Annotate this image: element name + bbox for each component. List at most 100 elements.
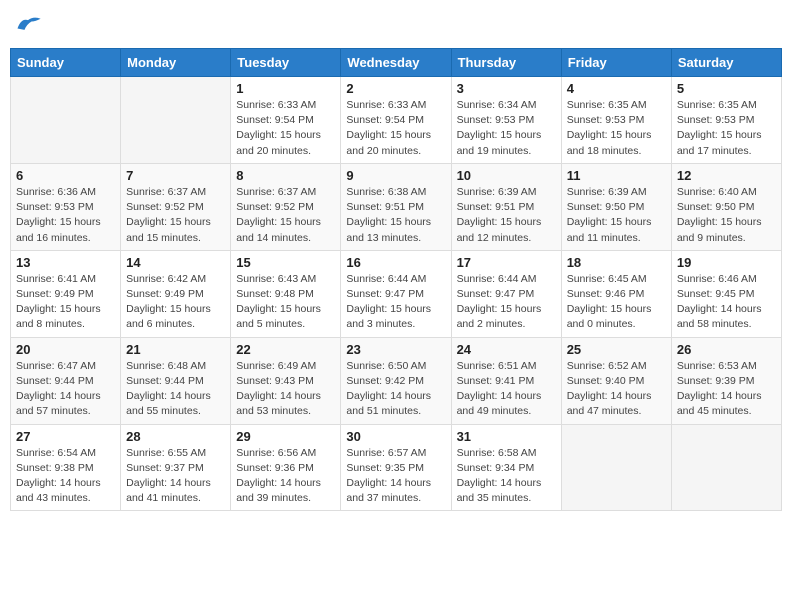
calendar-cell: 10 Sunrise: 6:39 AMSunset: 9:51 PMDayligh… <box>451 163 561 250</box>
day-info: Sunrise: 6:51 AMSunset: 9:41 PMDaylight:… <box>457 359 556 420</box>
calendar-cell: 21 Sunrise: 6:48 AMSunset: 9:44 PMDayligh… <box>121 337 231 424</box>
calendar-cell: 1 Sunrise: 6:33 AMSunset: 9:54 PMDaylight… <box>231 77 341 164</box>
day-number: 20 <box>16 342 115 357</box>
day-number: 15 <box>236 255 335 270</box>
day-number: 10 <box>457 168 556 183</box>
calendar-cell: 7 Sunrise: 6:37 AMSunset: 9:52 PMDaylight… <box>121 163 231 250</box>
day-number: 22 <box>236 342 335 357</box>
calendar-cell: 15 Sunrise: 6:43 AMSunset: 9:48 PMDayligh… <box>231 250 341 337</box>
calendar-cell: 23 Sunrise: 6:50 AMSunset: 9:42 PMDayligh… <box>341 337 451 424</box>
day-info: Sunrise: 6:40 AMSunset: 9:50 PMDaylight:… <box>677 185 776 246</box>
day-info: Sunrise: 6:34 AMSunset: 9:53 PMDaylight:… <box>457 98 556 159</box>
weekday-header-wednesday: Wednesday <box>341 49 451 77</box>
day-number: 23 <box>346 342 445 357</box>
day-number: 7 <box>126 168 225 183</box>
day-number: 1 <box>236 81 335 96</box>
day-number: 26 <box>677 342 776 357</box>
calendar-cell: 16Sunrise: 6:44 AMSunset: 9:47 PMDayligh… <box>341 250 451 337</box>
logo-icon <box>14 14 42 36</box>
week-row-1: 1 Sunrise: 6:33 AMSunset: 9:54 PMDaylight… <box>11 77 782 164</box>
day-info: Sunrise: 6:58 AMSunset: 9:34 PMDaylight:… <box>457 446 556 507</box>
day-number: 9 <box>346 168 445 183</box>
calendar-cell: 8 Sunrise: 6:37 AMSunset: 9:52 PMDaylight… <box>231 163 341 250</box>
day-info: Sunrise: 6:43 AMSunset: 9:48 PMDaylight:… <box>236 272 335 333</box>
calendar-cell: 25 Sunrise: 6:52 AMSunset: 9:40 PMDayligh… <box>561 337 671 424</box>
calendar-cell: 29 Sunrise: 6:56 AMSunset: 9:36 PMDayligh… <box>231 424 341 511</box>
calendar-cell: 5 Sunrise: 6:35 AMSunset: 9:53 PMDaylight… <box>671 77 781 164</box>
calendar-cell: 12Sunrise: 6:40 AMSunset: 9:50 PMDayligh… <box>671 163 781 250</box>
day-info: Sunrise: 6:39 AMSunset: 9:50 PMDaylight:… <box>567 185 666 246</box>
day-info: Sunrise: 6:45 AMSunset: 9:46 PMDaylight:… <box>567 272 666 333</box>
calendar-cell: 31 Sunrise: 6:58 AMSunset: 9:34 PMDayligh… <box>451 424 561 511</box>
calendar-cell <box>671 424 781 511</box>
logo <box>16 14 42 36</box>
day-number: 25 <box>567 342 666 357</box>
day-info: Sunrise: 6:39 AMSunset: 9:51 PMDaylight:… <box>457 185 556 246</box>
day-number: 31 <box>457 429 556 444</box>
day-info: Sunrise: 6:46 AMSunset: 9:45 PMDaylight:… <box>677 272 776 333</box>
day-number: 5 <box>677 81 776 96</box>
calendar-cell: 13 Sunrise: 6:41 AMSunset: 9:49 PMDayligh… <box>11 250 121 337</box>
day-number: 13 <box>16 255 115 270</box>
calendar-cell: 22 Sunrise: 6:49 AMSunset: 9:43 PMDayligh… <box>231 337 341 424</box>
weekday-header-monday: Monday <box>121 49 231 77</box>
day-info: Sunrise: 6:37 AMSunset: 9:52 PMDaylight:… <box>236 185 335 246</box>
day-number: 28 <box>126 429 225 444</box>
day-number: 6 <box>16 168 115 183</box>
day-info: Sunrise: 6:48 AMSunset: 9:44 PMDaylight:… <box>126 359 225 420</box>
calendar-cell: 9 Sunrise: 6:38 AMSunset: 9:51 PMDaylight… <box>341 163 451 250</box>
calendar-cell <box>561 424 671 511</box>
calendar-cell: 27 Sunrise: 6:54 AMSunset: 9:38 PMDayligh… <box>11 424 121 511</box>
day-info: Sunrise: 6:33 AMSunset: 9:54 PMDaylight:… <box>346 98 445 159</box>
day-number: 8 <box>236 168 335 183</box>
day-number: 21 <box>126 342 225 357</box>
weekday-header-row: SundayMondayTuesdayWednesdayThursdayFrid… <box>11 49 782 77</box>
calendar-cell: 4Sunrise: 6:35 AMSunset: 9:53 PMDaylight… <box>561 77 671 164</box>
calendar-cell: 11Sunrise: 6:39 AMSunset: 9:50 PMDayligh… <box>561 163 671 250</box>
day-info: Sunrise: 6:38 AMSunset: 9:51 PMDaylight:… <box>346 185 445 246</box>
day-info: Sunrise: 6:42 AMSunset: 9:49 PMDaylight:… <box>126 272 225 333</box>
calendar-cell: 28Sunrise: 6:55 AMSunset: 9:37 PMDayligh… <box>121 424 231 511</box>
day-number: 16 <box>346 255 445 270</box>
day-info: Sunrise: 6:44 AMSunset: 9:47 PMDaylight:… <box>457 272 556 333</box>
calendar-cell: 24Sunrise: 6:51 AMSunset: 9:41 PMDayligh… <box>451 337 561 424</box>
weekday-header-tuesday: Tuesday <box>231 49 341 77</box>
day-number: 27 <box>16 429 115 444</box>
day-info: Sunrise: 6:54 AMSunset: 9:38 PMDaylight:… <box>16 446 115 507</box>
week-row-5: 27 Sunrise: 6:54 AMSunset: 9:38 PMDayligh… <box>11 424 782 511</box>
day-info: Sunrise: 6:35 AMSunset: 9:53 PMDaylight:… <box>567 98 666 159</box>
day-number: 17 <box>457 255 556 270</box>
day-number: 29 <box>236 429 335 444</box>
day-number: 30 <box>346 429 445 444</box>
calendar-cell: 6Sunrise: 6:36 AMSunset: 9:53 PMDaylight… <box>11 163 121 250</box>
day-number: 19 <box>677 255 776 270</box>
day-info: Sunrise: 6:37 AMSunset: 9:52 PMDaylight:… <box>126 185 225 246</box>
weekday-header-sunday: Sunday <box>11 49 121 77</box>
weekday-header-thursday: Thursday <box>451 49 561 77</box>
week-row-3: 13 Sunrise: 6:41 AMSunset: 9:49 PMDayligh… <box>11 250 782 337</box>
day-info: Sunrise: 6:53 AMSunset: 9:39 PMDaylight:… <box>677 359 776 420</box>
calendar-cell <box>121 77 231 164</box>
calendar-cell: 19 Sunrise: 6:46 AMSunset: 9:45 PMDayligh… <box>671 250 781 337</box>
day-info: Sunrise: 6:56 AMSunset: 9:36 PMDaylight:… <box>236 446 335 507</box>
day-info: Sunrise: 6:33 AMSunset: 9:54 PMDaylight:… <box>236 98 335 159</box>
calendar-cell: 3Sunrise: 6:34 AMSunset: 9:53 PMDaylight… <box>451 77 561 164</box>
day-info: Sunrise: 6:49 AMSunset: 9:43 PMDaylight:… <box>236 359 335 420</box>
day-info: Sunrise: 6:41 AMSunset: 9:49 PMDaylight:… <box>16 272 115 333</box>
week-row-4: 20 Sunrise: 6:47 AMSunset: 9:44 PMDayligh… <box>11 337 782 424</box>
calendar-cell: 30 Sunrise: 6:57 AMSunset: 9:35 PMDayligh… <box>341 424 451 511</box>
calendar-cell: 17 Sunrise: 6:44 AMSunset: 9:47 PMDayligh… <box>451 250 561 337</box>
week-row-2: 6Sunrise: 6:36 AMSunset: 9:53 PMDaylight… <box>11 163 782 250</box>
calendar-cell: 18 Sunrise: 6:45 AMSunset: 9:46 PMDayligh… <box>561 250 671 337</box>
day-info: Sunrise: 6:57 AMSunset: 9:35 PMDaylight:… <box>346 446 445 507</box>
day-info: Sunrise: 6:50 AMSunset: 9:42 PMDaylight:… <box>346 359 445 420</box>
day-number: 14 <box>126 255 225 270</box>
day-info: Sunrise: 6:52 AMSunset: 9:40 PMDaylight:… <box>567 359 666 420</box>
day-number: 18 <box>567 255 666 270</box>
day-info: Sunrise: 6:47 AMSunset: 9:44 PMDaylight:… <box>16 359 115 420</box>
calendar-cell: 14 Sunrise: 6:42 AMSunset: 9:49 PMDayligh… <box>121 250 231 337</box>
weekday-header-saturday: Saturday <box>671 49 781 77</box>
day-info: Sunrise: 6:35 AMSunset: 9:53 PMDaylight:… <box>677 98 776 159</box>
weekday-header-friday: Friday <box>561 49 671 77</box>
day-number: 2 <box>346 81 445 96</box>
